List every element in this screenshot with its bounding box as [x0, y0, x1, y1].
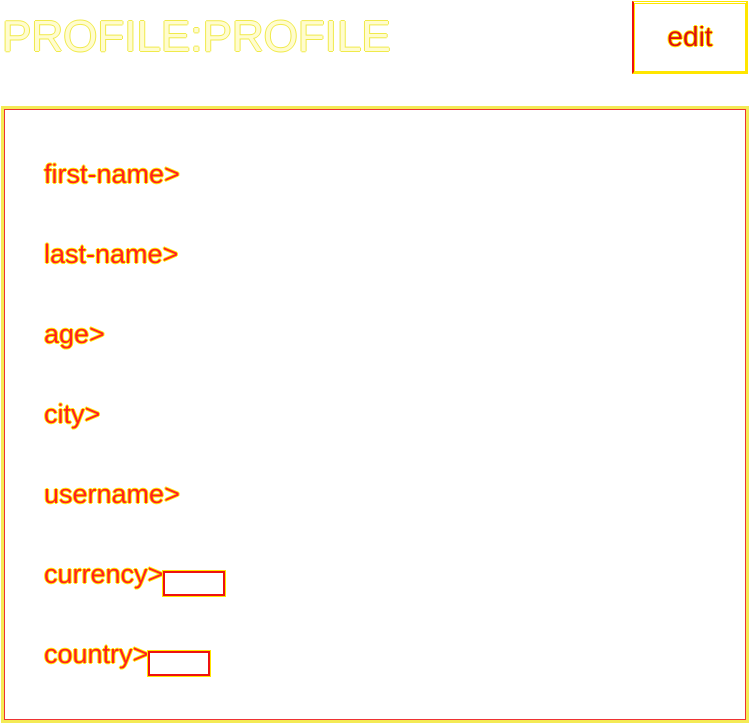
field-age: age>	[44, 318, 105, 350]
field-label-age: age>	[44, 319, 105, 349]
field-city: city>	[44, 398, 100, 430]
field-label-first-name: first-name>	[44, 159, 180, 189]
field-country: country>	[44, 638, 212, 677]
field-username: username>	[44, 478, 180, 510]
field-label-city: city>	[44, 399, 101, 429]
currency-value-field[interactable]	[162, 570, 227, 597]
field-label-currency: currency>	[44, 559, 164, 589]
field-last-name: last-name>	[44, 238, 178, 270]
edit-button[interactable]: edit	[632, 1, 748, 74]
field-label-username: username>	[44, 479, 180, 509]
page-title: PROFILE:PROFILE	[2, 12, 391, 61]
field-label-last-name: last-name>	[44, 239, 179, 269]
profile-panel: first-name> last-name> age> city> userna…	[1, 106, 749, 723]
field-first-name: first-name>	[44, 158, 180, 190]
field-label-country: country>	[44, 639, 149, 669]
country-value-field[interactable]	[147, 650, 212, 677]
edit-button-label: edit	[667, 21, 713, 52]
field-currency: currency>	[44, 558, 227, 597]
